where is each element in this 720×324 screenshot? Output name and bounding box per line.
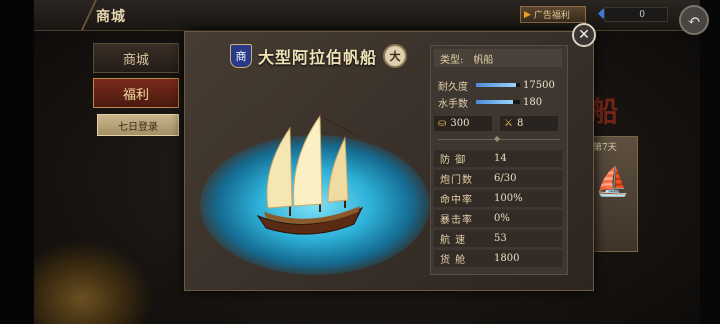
cargo-mini: ⛀ 300	[434, 115, 492, 131]
seven-day-login-tab[interactable]: 七日登录	[97, 114, 179, 136]
crew-bar	[476, 100, 520, 104]
stat-row: 防 御 14	[434, 150, 562, 167]
stat-label: 命中率	[440, 195, 473, 206]
background-red-char: 船	[590, 95, 619, 128]
stat-row: 暴击率 0%	[434, 210, 562, 227]
type-value: 帆船	[473, 54, 494, 66]
stat-value: 6/30	[494, 173, 517, 184]
crew-bar-fill	[476, 100, 514, 104]
gold-coins-icon: ⛀	[438, 117, 447, 129]
divider-ornament-icon: ◆	[494, 134, 501, 143]
stat-value: 100%	[494, 193, 523, 204]
durability-label: 耐久度	[438, 81, 468, 93]
cannon-icon-value: 8	[516, 117, 524, 129]
close-button[interactable]: ✕	[572, 23, 596, 47]
back-arrow-icon: ↶	[687, 10, 701, 30]
gold-pile-decoration	[34, 240, 154, 324]
menu-shop-tab[interactable]: 商城	[93, 43, 179, 73]
durability-row: 耐久度 17500	[438, 78, 555, 93]
size-badge: 大	[383, 44, 408, 68]
crew-value: 180	[523, 96, 543, 108]
page-title: 商城	[96, 9, 126, 25]
ship-title: 商 大型阿拉伯帆船 大	[230, 44, 408, 68]
ad-reward-label: 广告福利	[533, 11, 570, 21]
background-day-label: 第7天	[593, 143, 617, 153]
play-icon: ▶	[524, 9, 531, 20]
crossed-swords-icon: ⚔	[504, 117, 513, 129]
stat-value: 0%	[494, 213, 510, 224]
ship-name: 大型阿拉伯帆船	[258, 48, 378, 67]
ad-reward-button[interactable]: ▶ 广告福利	[520, 6, 586, 23]
stat-row: 航 速 53	[434, 230, 562, 247]
durability-bar-fill	[476, 83, 517, 87]
stat-row: 炮门数 6/30	[434, 170, 562, 187]
ship-illustration	[256, 114, 364, 235]
type-label: 类型:	[440, 54, 464, 66]
right-edge	[700, 0, 720, 324]
stat-label: 暴击率	[440, 215, 473, 226]
crew-label: 水手数	[438, 98, 468, 110]
stat-label: 货 舱	[440, 255, 467, 266]
left-edge	[0, 0, 34, 324]
menu-welfare-tab[interactable]: 福利	[93, 78, 179, 108]
cargo-icon-value: 300	[450, 117, 470, 129]
back-button[interactable]: ↶	[679, 5, 709, 35]
stat-label: 防 御	[440, 155, 467, 166]
cannon-mini: ⚔ 8	[500, 115, 558, 131]
stat-label: 炮门数	[440, 175, 473, 186]
stat-row: 命中率 100%	[434, 190, 562, 207]
stat-row: 货 舱 1800	[434, 250, 562, 267]
shop-badge-icon: 商	[230, 44, 252, 68]
durability-value: 17500	[523, 79, 555, 91]
stat-label: 航 速	[440, 235, 467, 246]
stat-value: 1800	[494, 253, 520, 264]
durability-bar	[476, 83, 520, 87]
gem-count: 0	[604, 7, 668, 22]
background-junk-ship-icon: ⛵	[595, 165, 630, 198]
close-icon: ✕	[578, 27, 590, 43]
stat-value: 53	[494, 233, 507, 244]
crew-row: 水手数 180	[438, 95, 543, 110]
stat-value: 14	[494, 153, 507, 164]
type-row: 类型: 帆船	[434, 49, 562, 67]
